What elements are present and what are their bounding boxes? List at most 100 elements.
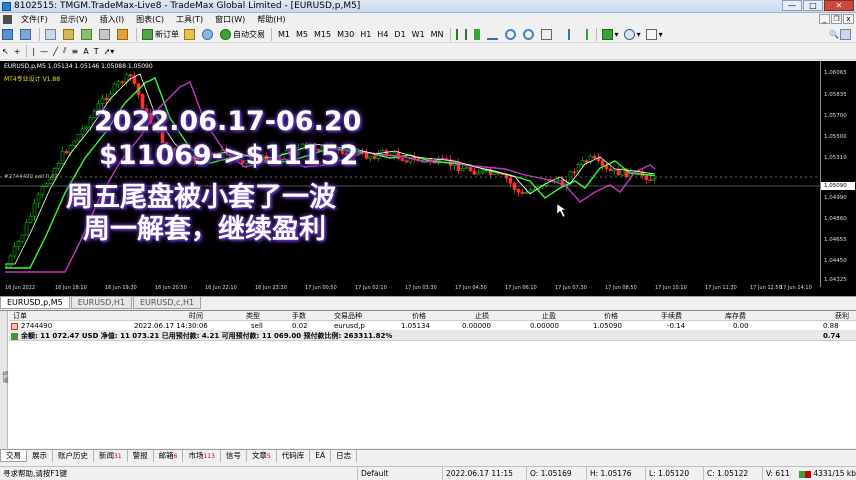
trendline-tool[interactable]: ╱ [51,44,60,59]
tab-journal[interactable]: 日志 [331,450,358,462]
bar-chart-button[interactable] [454,27,471,42]
tab-trade[interactable]: 交易 [0,450,27,462]
price-axis[interactable]: 1.06065 1.05835 1.05700 1.05500 1.05310 … [820,61,856,287]
tab-alerts[interactable]: 警报 [128,450,154,462]
chart-shift-button[interactable] [557,27,574,42]
zoom-in-button[interactable] [503,27,520,42]
data-window-button[interactable] [61,27,78,42]
terminal-button[interactable] [97,27,114,42]
timeframe-d1[interactable]: D1 [391,30,408,39]
vertical-line-tool[interactable]: | [30,44,37,59]
close-button[interactable]: ✕ [824,0,854,11]
take-profit-cell[interactable]: 0.00000 [530,321,559,331]
timeframe-mn[interactable]: MN [428,30,447,39]
menu-charts[interactable]: 图表(C) [130,14,170,25]
crosshair-tool[interactable]: + [12,44,23,59]
document-icon[interactable] [3,15,12,24]
column-header[interactable]: 止损 [475,311,489,321]
indicators-button[interactable]: ▾ [600,27,621,42]
tab-experts[interactable]: EA [310,450,332,462]
horizontal-line-tool[interactable]: — [38,44,50,59]
column-header[interactable]: 获利 [835,311,849,321]
auto-trading-button[interactable]: 自动交易 [218,27,267,42]
tab-exposure[interactable]: 展示 [27,450,53,462]
navigator-button[interactable] [79,27,96,42]
strategy-tester-button[interactable] [115,27,132,42]
tile-windows-button[interactable] [539,27,556,42]
tab-code-base[interactable]: 代码库 [277,450,311,462]
menu-insert[interactable]: 插入(I) [94,14,131,25]
metaeditor-button[interactable] [182,27,199,42]
symbol-cell: eurusd,p [334,322,365,330]
signals-button[interactable] [200,27,217,42]
chart-tab[interactable]: EURUSD,c,H1 [132,297,202,309]
menu-window[interactable]: 窗口(W) [209,14,251,25]
chart-tab[interactable]: EURUSD,p,M5 [0,297,70,309]
minimize-button[interactable]: — [782,0,802,11]
status-profile[interactable]: Default [357,467,388,480]
line-chart-button[interactable] [485,27,502,42]
label-tool[interactable]: T [92,44,101,59]
candle-body [508,178,513,184]
templates-button[interactable]: ▾ [644,27,665,42]
tab-signals[interactable]: 信号 [221,450,247,462]
text-tool[interactable]: A [81,44,90,59]
chart-tab[interactable]: EURUSD,H1 [70,297,132,309]
mdi-minimize-button[interactable]: _ [819,14,830,24]
column-header[interactable]: 类型 [246,311,260,321]
column-header[interactable]: 止盈 [542,311,556,321]
signals-icon [202,28,213,40]
new-order-button[interactable]: 新订单 [140,27,181,42]
order-line-label[interactable]: #2744490 sell 0.02 [4,174,58,180]
column-header[interactable]: 价格 [604,311,618,321]
channel-tool[interactable]: ⫽ [61,44,69,59]
menu-view[interactable]: 显示(V) [54,14,94,25]
mdi-restore-button[interactable]: ❐ [831,14,842,24]
column-header[interactable]: 库存费 [725,311,746,321]
zoom-out-button[interactable] [521,27,538,42]
arrows-tool[interactable]: ➚ ▾ [102,44,117,59]
column-header[interactable]: 订单 [13,311,27,321]
column-header[interactable]: 时间 [189,311,203,321]
fibonacci-tool[interactable]: ≡ [70,44,81,59]
column-header[interactable]: 交易品种 [334,311,362,321]
column-header[interactable]: 手数 [292,311,306,321]
community-button[interactable] [838,27,855,42]
column-header[interactable]: 手续费 [661,311,682,321]
timeframe-w1[interactable]: W1 [409,30,428,39]
maximize-button[interactable]: □ [803,0,823,11]
menu-help[interactable]: 帮助(H) [251,14,291,25]
autoscroll-button[interactable] [575,27,592,42]
terminal-side-bar[interactable]: 终端 [0,311,8,449]
cursor-tool[interactable]: ↖ [0,44,11,59]
timeframe-h4[interactable]: H4 [374,30,391,39]
stop-loss-cell[interactable]: 0.00000 [462,321,491,331]
new-chart-button[interactable] [0,27,17,42]
tab-account-history[interactable]: 账户历史 [53,450,94,462]
candle-body [36,194,41,204]
tab-mailbox[interactable]: 邮箱6 [154,450,184,462]
profiles-button[interactable] [18,27,35,42]
time-axis[interactable]: 16 Jun 2022 16 Jun 18:10 16 Jun 19:30 16… [0,283,820,296]
timeframe-m1[interactable]: M1 [275,30,293,39]
candle-body [556,179,561,182]
mdi-close-button[interactable]: x [843,14,854,24]
menu-tools[interactable]: 工具(T) [170,14,209,25]
tab-market[interactable]: 市场113 [183,450,221,462]
tab-news[interactable]: 新闻31 [94,450,128,462]
timeframe-m5[interactable]: M5 [293,30,311,39]
terminal-tabs: 交易 展示 账户历史 新闻31 警报 邮箱6 市场113 信号 文章5 代码库 … [0,449,856,463]
app-icon [2,1,11,11]
candle-body [40,186,45,196]
column-header[interactable]: 价格 [412,311,426,321]
candlestick-button[interactable] [472,27,484,42]
periods-button[interactable]: ▾ [622,27,643,42]
menu-file[interactable]: 文件(F) [15,14,54,25]
timeframe-m15[interactable]: M15 [311,30,334,39]
tab-articles[interactable]: 文章5 [247,450,277,462]
market-watch-button[interactable] [43,27,60,42]
timeframe-h1[interactable]: H1 [357,30,374,39]
candle-body [8,255,13,267]
timeframe-m30[interactable]: M30 [334,30,357,39]
table-row[interactable]: 2744490 2022.06.17 14:30:06 sell 0.02 eu… [9,321,856,331]
